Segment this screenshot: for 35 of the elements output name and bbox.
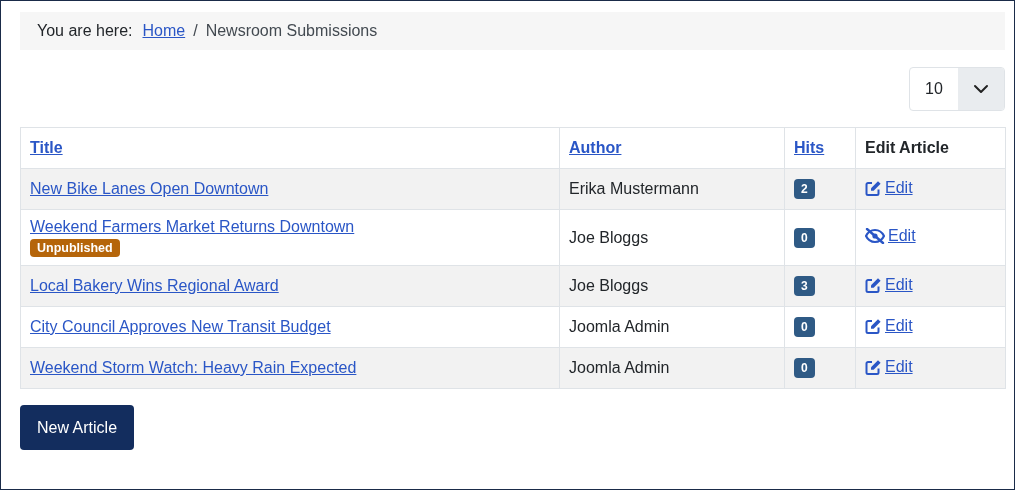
breadcrumb-separator: / [193, 22, 198, 40]
eye-slash-icon [865, 228, 885, 244]
author-name: Erika Mustermann [569, 180, 699, 197]
article-title-link[interactable]: Weekend Farmers Market Returns Downtown [30, 218, 355, 235]
edit-link[interactable]: Edit [865, 357, 913, 376]
edit-icon [865, 358, 882, 375]
author-name: Joomla Admin [569, 359, 670, 376]
edit-icon [865, 276, 882, 293]
edit-icon [865, 317, 882, 334]
hits-count: 2 [794, 179, 815, 199]
author-name: Joomla Admin [569, 318, 670, 335]
breadcrumb-current: Newsroom Submissions [205, 22, 378, 40]
edit-link[interactable]: Edit [865, 178, 913, 197]
author-name: Joe Bloggs [569, 228, 649, 246]
column-header: Edit Article [865, 139, 949, 156]
edit-link[interactable]: Edit [865, 316, 913, 335]
hits-count: 0 [794, 317, 815, 337]
column-sort-link[interactable]: Title [30, 139, 63, 156]
edit-link[interactable]: Edit [865, 275, 913, 294]
hits-count: 0 [794, 227, 815, 248]
article-title-link[interactable]: Local Bakery Wins Regional Award [30, 277, 279, 294]
breadcrumb-label: You are here: [37, 22, 133, 40]
status-badge: Unpublished [30, 239, 120, 257]
limit-select[interactable]: 10 [909, 67, 1005, 111]
edit-icon [865, 179, 882, 196]
breadcrumb-link[interactable]: Home [142, 22, 186, 40]
column-sort-link[interactable]: Author [569, 139, 622, 156]
article-title-link[interactable]: New Bike Lanes Open Downtown [30, 180, 269, 197]
author-name: Joe Bloggs [569, 277, 649, 294]
chevron-down-icon [973, 84, 989, 94]
column-sort-link[interactable]: Hits [794, 139, 825, 156]
hits-count: 0 [794, 358, 815, 378]
new-article-button[interactable]: New Article [20, 405, 135, 450]
hits-count: 3 [794, 276, 815, 296]
edit-link[interactable]: Edit [865, 227, 916, 245]
